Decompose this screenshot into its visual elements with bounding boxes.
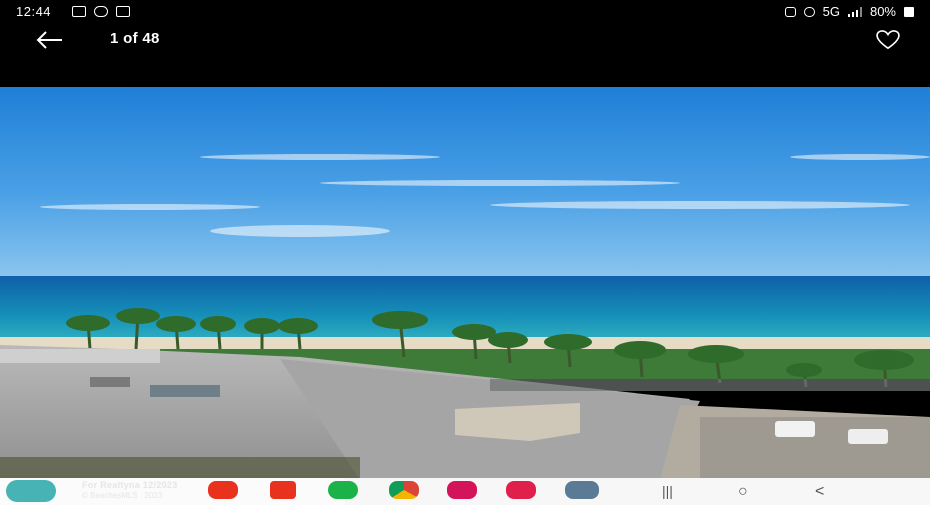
notification-icons (72, 6, 130, 17)
chrome-icon[interactable] (389, 481, 419, 499)
ocean-view-photo (0, 87, 930, 480)
status-bar: 12:44 5G 80% (0, 0, 930, 24)
missed-call-icon (94, 6, 108, 17)
youtube-icon[interactable] (208, 481, 238, 499)
network-type: 5G (822, 4, 840, 19)
camera-app-icon[interactable] (506, 481, 536, 499)
watermark-line2: © BeachesMLS . 2023 (82, 491, 163, 500)
message-icon (72, 6, 86, 17)
back-button[interactable]: < (815, 483, 824, 501)
recent-apps-button[interactable]: ||| (662, 483, 673, 499)
gallery-icon (116, 6, 130, 17)
heart-outline-icon[interactable] (874, 30, 902, 50)
signal-icon (847, 6, 862, 17)
battery-percent: 80% (869, 4, 896, 19)
arrow-left-icon[interactable] (34, 28, 64, 52)
camera-icon (784, 6, 796, 17)
listing-photo[interactable] (0, 87, 930, 480)
flower-app-icon[interactable] (447, 481, 477, 499)
app-bar: 1 of 48 (0, 24, 930, 87)
status-right: 5G 80% (784, 4, 914, 19)
battery-icon (904, 6, 914, 17)
beaches-mls-logo (6, 480, 56, 502)
home-button[interactable]: ○ (738, 483, 748, 501)
watermark-line1: For Realtyna 12/2023 (82, 480, 178, 490)
status-time: 12:44 (16, 4, 52, 19)
phone-green-icon[interactable] (328, 481, 358, 499)
alarm-icon (803, 6, 815, 17)
photo-counter: 1 of 48 (110, 30, 160, 47)
apps-grid-icon[interactable] (565, 481, 599, 499)
home-app-icon[interactable] (270, 481, 296, 499)
